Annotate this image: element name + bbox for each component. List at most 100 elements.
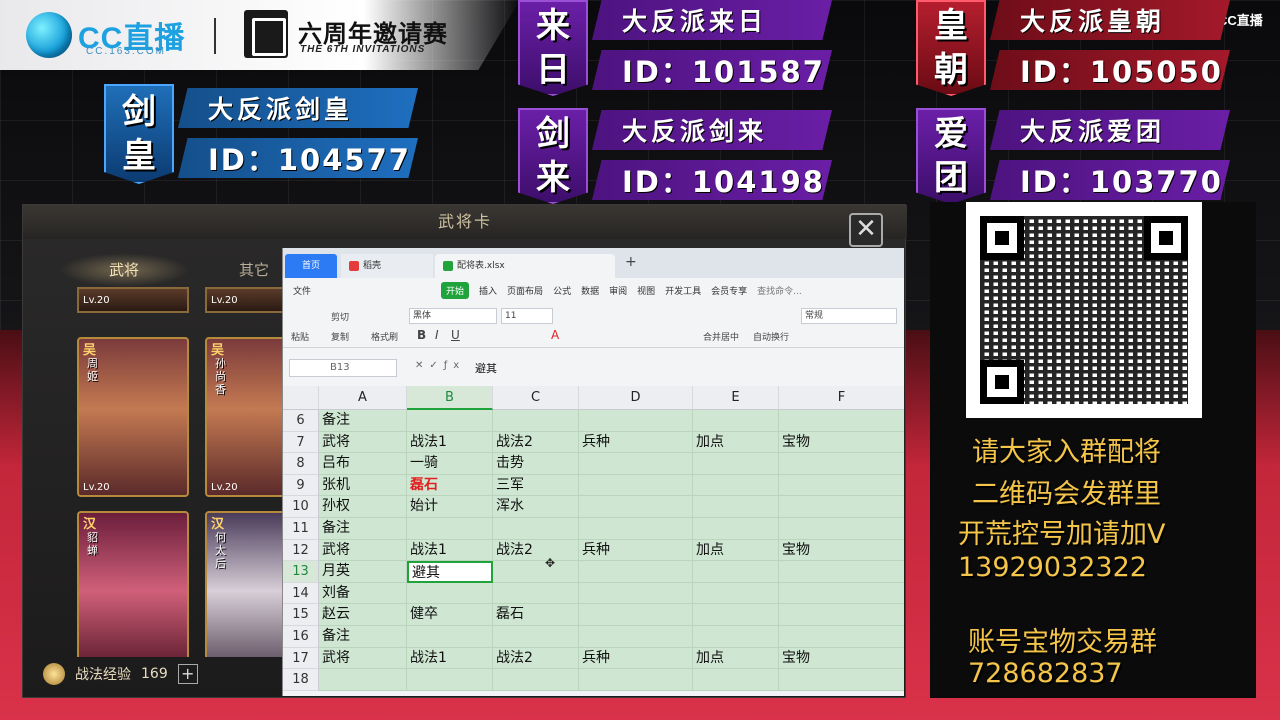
paste-button[interactable]: 粘贴 xyxy=(291,330,309,343)
table-cell[interactable]: 战法1 xyxy=(407,431,493,454)
close-icon[interactable]: ✕ xyxy=(849,213,883,247)
corner-cell[interactable] xyxy=(283,386,319,410)
table-cell[interactable]: 刘备 xyxy=(319,582,407,605)
row-header[interactable]: 12 xyxy=(283,539,319,562)
table-cell[interactable] xyxy=(693,410,779,432)
table-cell[interactable] xyxy=(579,626,693,648)
table-cell[interactable]: 备注 xyxy=(319,626,407,648)
table-cell[interactable]: 健卒 xyxy=(407,604,493,626)
row-header[interactable]: 13 xyxy=(283,561,319,583)
new-tab-icon[interactable]: + xyxy=(625,254,637,270)
fx-icon[interactable]: ✕✓ƒx xyxy=(415,360,465,371)
row-header[interactable]: 15 xyxy=(283,604,319,626)
table-cell[interactable] xyxy=(407,518,493,540)
menu-member[interactable]: 会员专享 xyxy=(711,284,747,297)
table-cell[interactable] xyxy=(693,453,779,475)
name-box[interactable]: B13 xyxy=(289,359,397,377)
table-cell[interactable]: 始计 xyxy=(407,496,493,518)
italic-button[interactable]: I xyxy=(435,328,439,342)
table-cell[interactable] xyxy=(779,518,904,540)
table-cell[interactable] xyxy=(579,410,693,432)
row-header[interactable]: 10 xyxy=(283,496,319,518)
table-cell[interactable] xyxy=(493,669,579,691)
table-cell[interactable] xyxy=(407,410,493,432)
number-format-select[interactable]: 常规 xyxy=(801,308,897,324)
table-cell[interactable] xyxy=(693,518,779,540)
table-cell[interactable]: 战法1 xyxy=(407,539,493,562)
table-cell[interactable] xyxy=(579,669,693,691)
tab-home[interactable]: 首页 xyxy=(285,254,337,278)
table-cell[interactable] xyxy=(779,626,904,648)
table-cell[interactable] xyxy=(779,496,904,518)
column-header[interactable]: D xyxy=(579,386,693,410)
column-header[interactable]: A xyxy=(319,386,407,410)
table-cell[interactable]: 三军 xyxy=(493,474,579,497)
table-cell[interactable] xyxy=(779,453,904,475)
menu-data[interactable]: 数据 xyxy=(581,284,599,297)
menu-formula[interactable]: 公式 xyxy=(553,284,571,297)
table-cell[interactable] xyxy=(493,410,579,432)
table-cell[interactable] xyxy=(693,496,779,518)
column-header[interactable]: E xyxy=(693,386,779,410)
font-color-button[interactable]: A xyxy=(551,328,559,342)
table-cell[interactable] xyxy=(779,561,904,583)
table-cell[interactable]: 兵种 xyxy=(579,647,693,670)
table-cell[interactable]: 武将 xyxy=(319,431,407,454)
table-cell[interactable] xyxy=(493,626,579,648)
table-cell[interactable] xyxy=(779,669,904,691)
table-cell[interactable] xyxy=(693,604,779,626)
table-cell[interactable] xyxy=(579,474,693,497)
table-cell[interactable] xyxy=(579,604,693,626)
formula-input[interactable]: 避其 xyxy=(475,360,497,376)
table-cell[interactable] xyxy=(579,518,693,540)
row-header[interactable]: 18 xyxy=(283,669,319,691)
table-cell[interactable]: 宝物 xyxy=(779,647,904,670)
font-size-select[interactable]: 11 xyxy=(501,308,553,324)
row-header[interactable]: 9 xyxy=(283,474,319,497)
table-cell[interactable]: 磊石 xyxy=(407,474,493,497)
general-card[interactable]: Lv.20 xyxy=(77,287,189,313)
search-command[interactable]: 查找命令... xyxy=(757,284,802,297)
menu-page-layout[interactable]: 页面布局 xyxy=(507,284,543,297)
table-cell[interactable] xyxy=(579,453,693,475)
general-card[interactable]: 吴 周姬 Lv.20 xyxy=(77,337,189,497)
table-cell[interactable] xyxy=(493,518,579,540)
table-cell[interactable]: 磊石 xyxy=(493,604,579,626)
table-cell[interactable]: 加点 xyxy=(693,539,779,562)
table-cell[interactable] xyxy=(693,626,779,648)
table-cell[interactable] xyxy=(407,669,493,691)
row-header[interactable]: 7 xyxy=(283,431,319,454)
table-cell[interactable] xyxy=(779,582,904,605)
format-painter-button[interactable]: 格式刷 xyxy=(371,330,398,343)
table-cell[interactable] xyxy=(579,582,693,605)
table-cell[interactable] xyxy=(493,561,579,583)
table-cell[interactable] xyxy=(493,582,579,605)
table-cell[interactable]: 击势 xyxy=(493,453,579,475)
merge-center-button[interactable]: 合并居中 xyxy=(703,330,739,343)
table-cell[interactable] xyxy=(407,582,493,605)
table-cell[interactable]: 宝物 xyxy=(779,431,904,454)
table-cell[interactable] xyxy=(779,604,904,626)
table-cell[interactable] xyxy=(407,626,493,648)
table-cell[interactable]: 一骑 xyxy=(407,453,493,475)
table-cell[interactable]: 备注 xyxy=(319,410,407,432)
menu-file[interactable]: 文件 xyxy=(293,284,311,297)
table-cell[interactable] xyxy=(693,582,779,605)
table-cell[interactable]: 武将 xyxy=(319,647,407,670)
table-cell[interactable]: 加点 xyxy=(693,647,779,670)
table-cell[interactable]: 宝物 xyxy=(779,539,904,562)
table-cell[interactable]: 张机 xyxy=(319,474,407,497)
table-cell[interactable] xyxy=(693,669,779,691)
menu-review[interactable]: 审阅 xyxy=(609,284,627,297)
table-cell[interactable]: 战法2 xyxy=(493,539,579,562)
copy-button[interactable]: 复制 xyxy=(331,330,349,343)
table-cell[interactable]: 浑水 xyxy=(493,496,579,518)
table-cell[interactable]: 武将 xyxy=(319,539,407,562)
row-header[interactable]: 8 xyxy=(283,453,319,475)
table-cell[interactable]: 孙权 xyxy=(319,496,407,518)
menu-start[interactable]: 开始 xyxy=(441,281,470,299)
row-header[interactable]: 11 xyxy=(283,518,319,540)
row-header[interactable]: 16 xyxy=(283,626,319,648)
table-cell[interactable]: 战法2 xyxy=(493,647,579,670)
tab-daoke[interactable]: 稻壳 xyxy=(341,254,433,278)
